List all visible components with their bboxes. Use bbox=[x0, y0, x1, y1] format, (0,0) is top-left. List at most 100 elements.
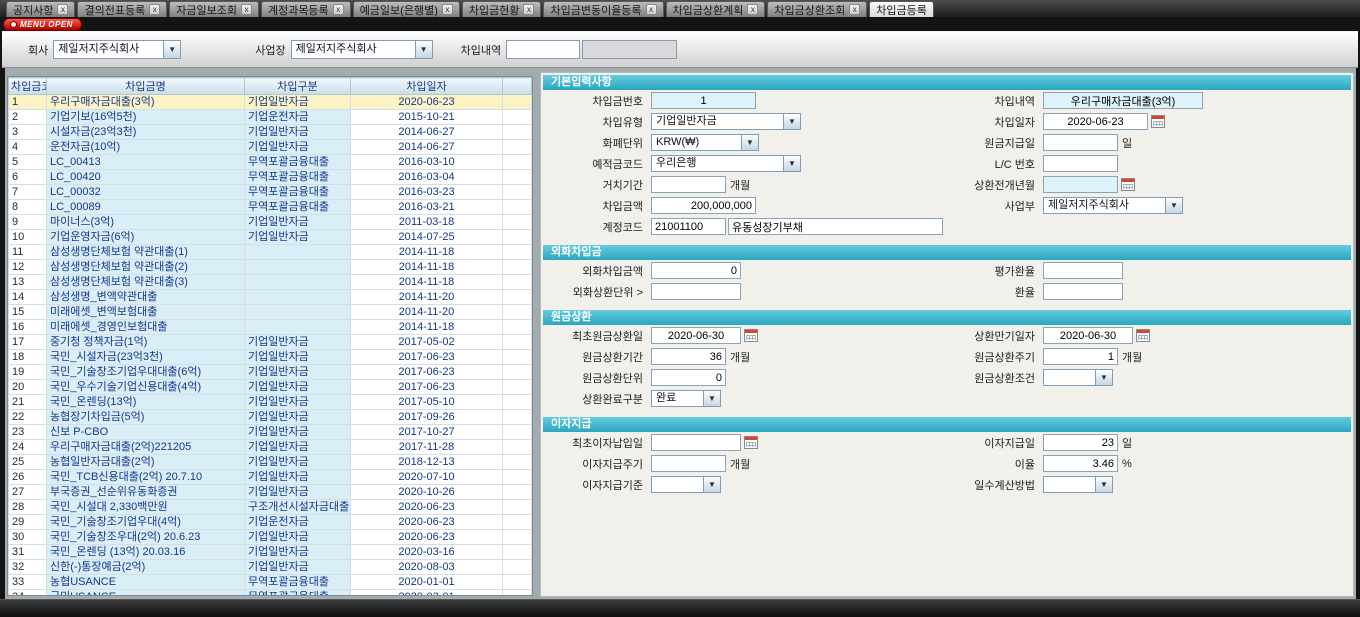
table-row[interactable]: 11삼성생명단체보험 약관대출(1)2014-11-18 bbox=[9, 245, 532, 260]
table-row[interactable]: 12삼성생명단체보험 약관대출(2)2014-11-18 bbox=[9, 260, 532, 275]
table-row[interactable]: 23신보 P-CBO기업일반자금2017-10-27 bbox=[9, 425, 532, 440]
principal-pay-day-input[interactable] bbox=[1043, 134, 1118, 151]
table-row[interactable]: 27부국증권_선순위유동화증권기업일반자금2020-10-26 bbox=[9, 485, 532, 500]
tab-close-icon[interactable]: x bbox=[523, 4, 534, 15]
tab-deposit-daily-by-bank[interactable]: 예금일보(은행별)x bbox=[353, 1, 460, 17]
loan-date-input[interactable] bbox=[1043, 113, 1148, 130]
calendar-icon[interactable] bbox=[744, 436, 758, 449]
table-row[interactable]: 5LC_00413무역포괄금융대출2016-03-10 bbox=[9, 155, 532, 170]
tab-account-register[interactable]: 계정과목등록x bbox=[261, 1, 351, 17]
table-row[interactable]: 4운전자금(10억)기업일반자금2014-06-27 bbox=[9, 140, 532, 155]
site-label: 사업장 bbox=[255, 42, 285, 58]
table-row[interactable]: 31국민_온렌딩 (13억) 20.03.16기업일반자금2020-03-16 bbox=[9, 545, 532, 560]
first-repay-date-input[interactable] bbox=[651, 327, 741, 344]
repay-start-ym-input[interactable] bbox=[1043, 176, 1118, 193]
deposit-code-select[interactable]: 우리은행 ▼ bbox=[651, 155, 801, 172]
calendar-icon[interactable] bbox=[1151, 115, 1165, 128]
table-row[interactable]: 13삼성생명단체보험 약관대출(3)2014-11-18 bbox=[9, 275, 532, 290]
repay-period-input[interactable] bbox=[651, 348, 726, 365]
loan-desc-filter-input[interactable] bbox=[506, 40, 580, 59]
loan-type-select[interactable]: 기업일반자금 ▼ bbox=[651, 113, 801, 130]
lc-number-input[interactable] bbox=[1043, 155, 1118, 172]
table-row[interactable]: 18국민_시설자금(23억3천)기업일반자금2017-06-23 bbox=[9, 350, 532, 365]
table-row[interactable]: 2기업기보(16억5천)기업운전자금2015-10-21 bbox=[9, 110, 532, 125]
table-row[interactable]: 19국민_기술창조기업우대대출(6억)기업일반자금2017-06-23 bbox=[9, 365, 532, 380]
tab-fund-daily-inquiry[interactable]: 자금일보조회x bbox=[169, 1, 259, 17]
interest-basis-select[interactable]: ▼ bbox=[651, 476, 721, 493]
interest-day-input[interactable] bbox=[1043, 434, 1118, 451]
table-row[interactable]: 3시설자금(23억3천)기업일반자금2014-06-27 bbox=[9, 125, 532, 140]
tab-close-icon[interactable]: x bbox=[149, 4, 160, 15]
table-row[interactable]: 30국민_기술창조우대(2억) 20.6.23기업일반자금2020-06-23 bbox=[9, 530, 532, 545]
day-count-method-select[interactable]: ▼ bbox=[1043, 476, 1113, 493]
table-row[interactable]: 28국민_시설대 2,330백만원구조개선시설자금대출2020-06-23 bbox=[9, 500, 532, 515]
table-row[interactable]: 15미래에셋_변액보험대출2014-11-20 bbox=[9, 305, 532, 320]
table-row[interactable]: 21국민_온렌딩(13억)기업일반자금2017-05-10 bbox=[9, 395, 532, 410]
table-row[interactable]: 16미래에셋_경영인보험대출2014-11-18 bbox=[9, 320, 532, 335]
tab-close-icon[interactable]: x bbox=[747, 4, 758, 15]
repay-cycle-input[interactable] bbox=[1043, 348, 1118, 365]
table-row[interactable]: 24우리구매자금대출(2억)221205기업일반자금2017-11-28 bbox=[9, 440, 532, 455]
table-row[interactable]: 17중기청 정책자금(1억)기업일반자금2017-05-02 bbox=[9, 335, 532, 350]
table-row[interactable]: 9마이너스(3억)기업일반자금2011-03-18 bbox=[9, 215, 532, 230]
tab-close-icon[interactable]: x bbox=[241, 4, 252, 15]
table-cell: 2011-03-18 bbox=[351, 215, 503, 230]
repay-condition-select[interactable]: ▼ bbox=[1043, 369, 1113, 386]
table-row[interactable]: 20국민_우수기술기업신용대출(4억)기업일반자금2017-06-23 bbox=[9, 380, 532, 395]
calendar-icon[interactable] bbox=[1121, 178, 1135, 191]
loan-number-input[interactable] bbox=[651, 92, 756, 109]
section-basic: 기본입력사항 차입금번호 차입내역 차입유형 기업일반자금 ▼ bbox=[543, 75, 1351, 237]
table-row[interactable]: 22농협장기차입금(5억)기업일반자금2017-09-26 bbox=[9, 410, 532, 425]
site-select[interactable]: 제일저지주식회사 ▼ bbox=[291, 40, 433, 59]
table-row[interactable]: 34국민USANCE무역포괄금융대출2020-03-01 bbox=[9, 590, 532, 597]
tab-close-icon[interactable]: x bbox=[646, 4, 657, 15]
table-cell: 2017-09-26 bbox=[351, 410, 503, 425]
tab-loan-status[interactable]: 차입금현황x bbox=[462, 1, 542, 17]
tab-close-icon[interactable]: x bbox=[57, 4, 68, 15]
tab-voucher-entry[interactable]: 결의전표등록x bbox=[77, 1, 167, 17]
table-row[interactable]: 14삼성생명_변액약관대출2014-11-20 bbox=[9, 290, 532, 305]
tab-notice[interactable]: 공지사항x bbox=[6, 1, 75, 17]
table-row[interactable]: 8LC_00089무역포괄금융대출2016-03-21 bbox=[9, 200, 532, 215]
interest-rate-input[interactable] bbox=[1043, 455, 1118, 472]
calendar-icon[interactable] bbox=[1136, 329, 1150, 342]
table-row[interactable]: 10기업운영자금(6억)기업일반자금2014-07-25 bbox=[9, 230, 532, 245]
grace-period-input[interactable] bbox=[651, 176, 726, 193]
repay-complete-select[interactable]: 완료 ▼ bbox=[651, 390, 721, 407]
table-row[interactable]: 33농협USANCE무역포괄금융대출2020-01-01 bbox=[9, 575, 532, 590]
loan-desc-input[interactable] bbox=[1043, 92, 1203, 109]
tab-loan-repayment-plan[interactable]: 차입금상환계획x bbox=[666, 1, 766, 17]
tab-loan-register[interactable]: 차입금등록 bbox=[869, 1, 934, 17]
maturity-date-input[interactable] bbox=[1043, 327, 1133, 344]
interest-cycle-input[interactable] bbox=[651, 455, 726, 472]
repay-unit-input[interactable] bbox=[651, 369, 726, 386]
table-row[interactable]: 1우리구매자금대출(3억)기업일반자금2020-06-23 bbox=[9, 95, 532, 110]
calendar-icon[interactable] bbox=[744, 329, 758, 342]
tab-loan-variable-rate[interactable]: 차입금변동이율등록x bbox=[543, 1, 663, 17]
chevron-down-icon: ▼ bbox=[163, 41, 180, 58]
company-select[interactable]: 제일저지주식회사 ▼ bbox=[53, 40, 181, 59]
table-row[interactable]: 26국민_TCB신용대출(2억) 20.7.10기업일반자금2020-07-10 bbox=[9, 470, 532, 485]
fc-repay-unit-input[interactable] bbox=[651, 283, 741, 300]
fc-amount-input[interactable] bbox=[651, 262, 741, 279]
tab-close-icon[interactable]: x bbox=[849, 4, 860, 15]
table-row[interactable]: 25농협일반자금대출(2억)기업일반자금2018-12-13 bbox=[9, 455, 532, 470]
first-interest-date-input[interactable] bbox=[651, 434, 741, 451]
tab-close-icon[interactable]: x bbox=[333, 4, 344, 15]
eval-rate-input[interactable] bbox=[1043, 262, 1123, 279]
table-row[interactable]: 32신한(-)통장예금(2억)기업일반자금2020-08-03 bbox=[9, 560, 532, 575]
division-select[interactable]: 제일저지주식회사 ▼ bbox=[1043, 197, 1183, 214]
menu-open-button[interactable]: MENU OPEN bbox=[3, 18, 82, 31]
table-row[interactable]: 7LC_00032무역포괄금융대출2016-03-23 bbox=[9, 185, 532, 200]
currency-select[interactable]: KRW(₩) ▼ bbox=[651, 134, 759, 151]
table-cell: 2014-07-25 bbox=[351, 230, 503, 245]
account-code-input[interactable] bbox=[651, 218, 726, 235]
table-row[interactable]: 29국민_기술창조기업우대(4억)기업운전자금2020-06-23 bbox=[9, 515, 532, 530]
exchange-rate-input[interactable] bbox=[1043, 283, 1123, 300]
table-row[interactable]: 6LC_00420무역포괄금융대출2016-03-04 bbox=[9, 170, 532, 185]
table-cell bbox=[245, 245, 351, 260]
tab-loan-repayment-inquiry[interactable]: 차입금상환조회x bbox=[767, 1, 867, 17]
loan-amount-input[interactable] bbox=[651, 197, 756, 214]
account-name-input[interactable] bbox=[728, 218, 943, 235]
tab-close-icon[interactable]: x bbox=[442, 4, 453, 15]
